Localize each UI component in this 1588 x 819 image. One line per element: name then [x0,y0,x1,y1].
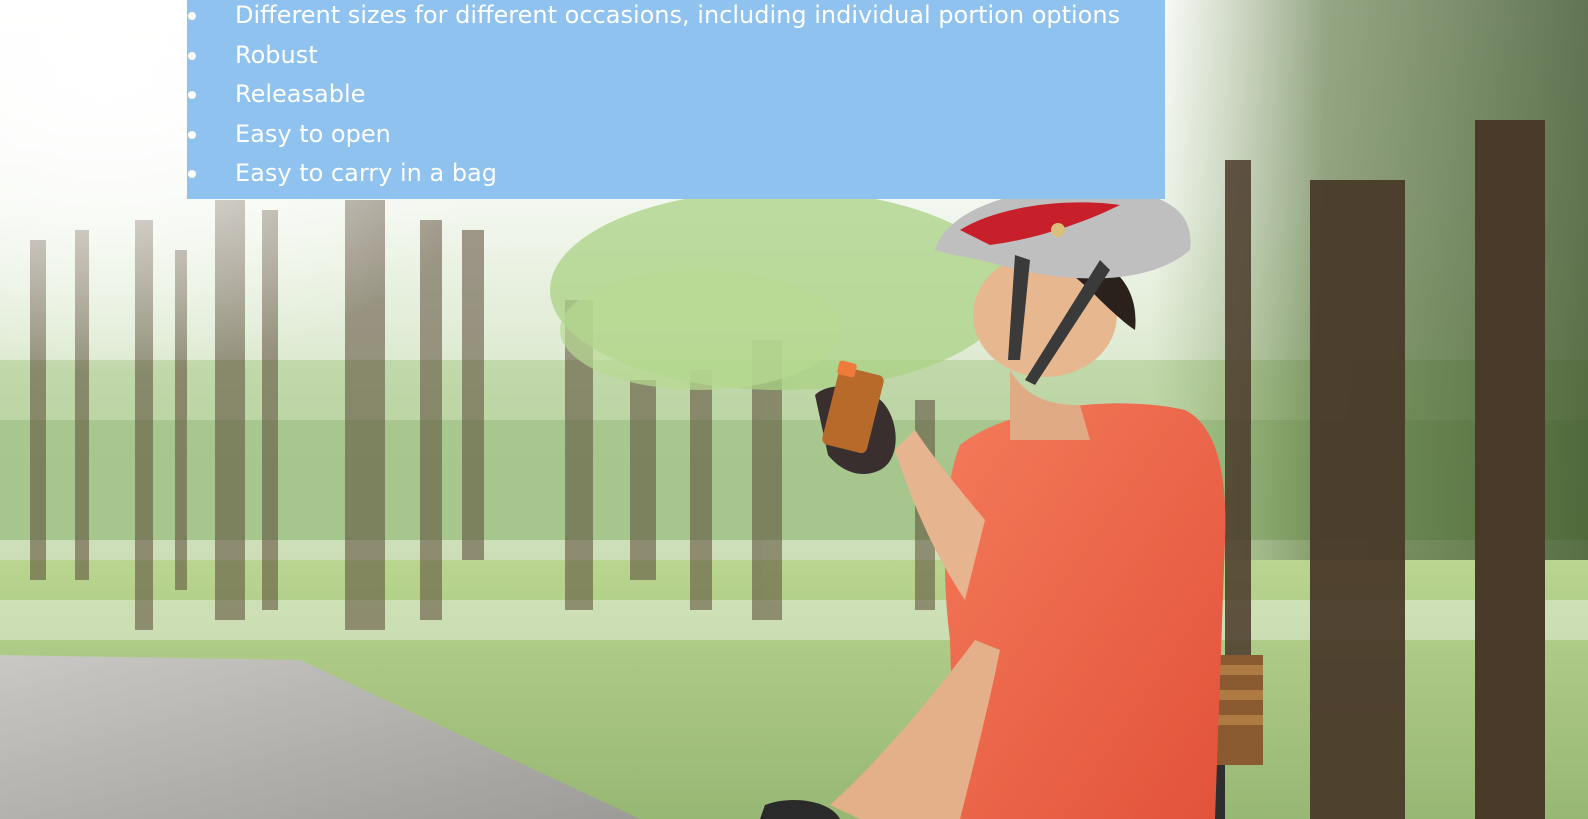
feature-list: Different sizes for different occasions,… [187,0,1120,194]
bullet-icon [188,91,196,99]
feature-item-easy-open: Easy to open [187,115,1120,155]
bullet-icon [188,12,196,20]
bullet-icon [188,51,196,60]
feature-item-label: Different sizes for different occasions,… [235,1,1121,29]
feature-item-label: Robust [235,40,318,69]
feature-item-sizes: Different sizes for different occasions,… [187,0,1120,36]
feature-item-easy-carry: Easy to carry in a bag [187,154,1120,194]
feature-list-panel: Different sizes for different occasions,… [187,0,1165,199]
feature-item-label: Easy to carry in a bag [235,159,497,187]
bullet-icon [188,130,196,139]
feature-item-label: Easy to open [235,119,391,148]
hero-photo: Different sizes for different occasions,… [0,0,1588,819]
feature-item-label: Releasable [235,80,366,108]
feature-item-releasable: Releasable [187,75,1120,115]
feature-item-robust: Robust [187,36,1120,76]
bullet-icon [188,170,196,178]
